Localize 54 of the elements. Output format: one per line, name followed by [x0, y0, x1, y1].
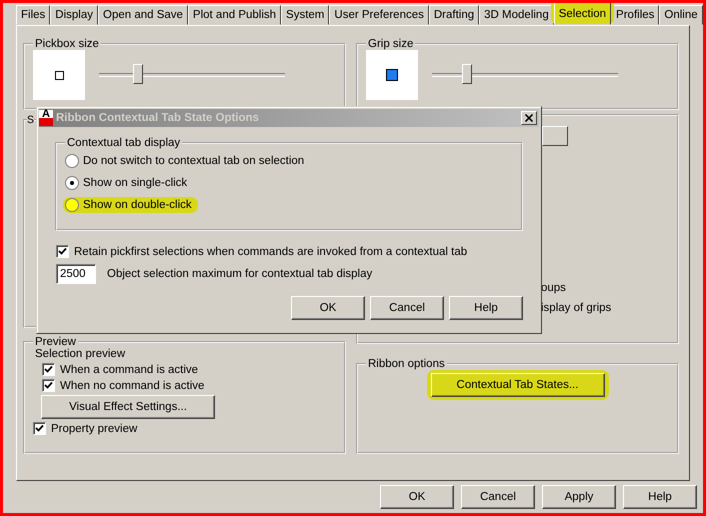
dialog-button[interactable]: Help — [449, 296, 523, 320]
option-text: oups — [541, 282, 567, 294]
checkbox-label: Property preview — [51, 422, 138, 434]
dialog-title: Ribbon Contextual Tab State Options — [56, 112, 260, 124]
tab[interactable]: Plot and Publish — [188, 5, 282, 25]
group-title: Contextual tab display — [66, 137, 182, 149]
slider-thumb[interactable] — [462, 64, 472, 84]
contextual-tab-states-button[interactable]: Contextual Tab States... — [430, 373, 604, 397]
dialog-button[interactable]: Help — [623, 485, 697, 509]
slider-thumb[interactable] — [133, 64, 144, 84]
checkbox[interactable] — [42, 363, 55, 376]
tab[interactable]: System — [281, 5, 330, 25]
group-title: S — [27, 114, 34, 126]
app-icon: A — [39, 110, 53, 126]
tab[interactable]: 3D Modeling — [479, 5, 554, 25]
subsection-label: Selection preview — [35, 348, 126, 360]
close-icon — [525, 114, 533, 122]
partial-button[interactable] — [542, 126, 568, 146]
radio-label: Show on double-click — [83, 199, 192, 211]
tab[interactable]: Selection — [554, 3, 612, 25]
radio-label: Do not switch to contextual tab on selection — [83, 155, 304, 167]
tab[interactable]: Files — [16, 5, 50, 25]
tab[interactable]: Display — [50, 5, 98, 25]
group-title: Preview — [34, 336, 77, 348]
group-title: Grip size — [367, 38, 414, 50]
checkbox-label: Retain pickfirst selections when commands are invoked from a contextual tab — [74, 246, 468, 258]
radio-button[interactable] — [65, 198, 79, 212]
tab[interactable]: Drafting — [428, 5, 480, 25]
close-button[interactable] — [521, 111, 537, 125]
radio-button[interactable] — [65, 176, 79, 190]
dialog-button[interactable]: Apply — [542, 485, 616, 509]
tab[interactable]: Open and Save — [98, 5, 188, 25]
group-title: Pickbox size — [34, 38, 100, 50]
field-label: Object selection maximum for contextual tab display — [107, 268, 372, 280]
checkbox[interactable] — [33, 422, 46, 435]
tab[interactable]: Profiles — [611, 5, 660, 25]
option-text: isplay of grips — [541, 302, 612, 314]
grip-square-icon — [386, 69, 398, 81]
tab[interactable]: Online — [659, 5, 703, 25]
radio-label: Show on single-click — [83, 177, 188, 189]
dialog-button[interactable]: Cancel — [461, 485, 535, 509]
group-title: Ribbon options — [367, 358, 446, 370]
tab[interactable]: User Preferences — [329, 5, 429, 25]
dialog-button[interactable]: OK — [291, 296, 365, 320]
checkbox-label: When no command is active — [60, 380, 204, 392]
input-field[interactable]: 2500 — [56, 264, 96, 284]
dialog-button[interactable]: Cancel — [370, 296, 444, 320]
pickbox-square-icon — [54, 70, 64, 80]
checkbox-label: When a command is active — [60, 364, 198, 376]
radio-button[interactable] — [65, 154, 79, 168]
checkbox[interactable] — [42, 379, 55, 392]
checkbox[interactable] — [56, 245, 69, 258]
dialog-button[interactable]: OK — [380, 485, 454, 509]
visual-effect-settings-button[interactable]: Visual Effect Settings... — [41, 395, 215, 419]
